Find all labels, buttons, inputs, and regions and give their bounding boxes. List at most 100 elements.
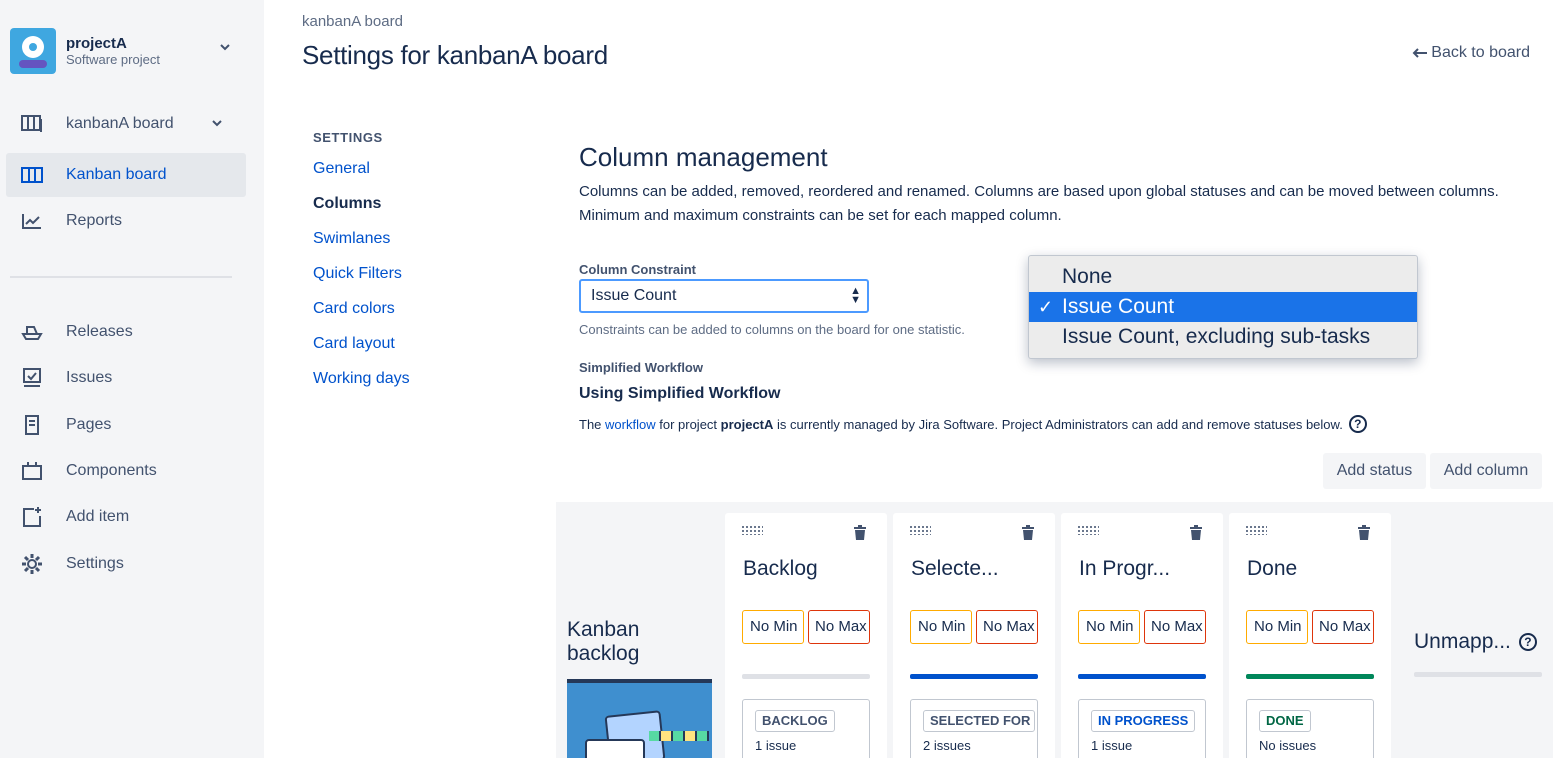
board-icon: [20, 114, 44, 134]
page-icon: [20, 415, 44, 435]
simplified-workflow-label: Simplified Workflow: [579, 360, 703, 375]
column-constraint-select[interactable]: Issue Count ▲ ▼: [579, 279, 869, 313]
column-min-input[interactable]: No Min: [910, 610, 972, 644]
column-max-input[interactable]: No Max: [808, 610, 870, 644]
trash-icon[interactable]: [1357, 525, 1371, 541]
settings-link-general[interactable]: General: [313, 159, 410, 194]
add-column-button[interactable]: Add column: [1430, 453, 1542, 489]
status-lozenge: DONE: [1259, 710, 1311, 732]
trash-icon[interactable]: [1189, 525, 1203, 541]
column-name[interactable]: Backlog: [743, 557, 818, 581]
column-constraint-label: Column Constraint: [579, 262, 696, 277]
help-icon[interactable]: ?: [1518, 633, 1537, 651]
back-to-board-link[interactable]: Back to board: [1412, 44, 1530, 62]
sidebar-divider: [10, 276, 232, 278]
column-status-bar: [1078, 674, 1206, 679]
select-arrows-icon: ▲ ▼: [850, 285, 861, 306]
simplified-workflow-title: Using Simplified Workflow: [579, 385, 781, 402]
board-column-in-progress[interactable]: In Progr... No Min No Max IN PROGRESS 1 …: [1061, 513, 1223, 758]
column-min-input[interactable]: No Min: [1246, 610, 1308, 644]
column-name[interactable]: In Progr...: [1079, 557, 1170, 581]
column-max-input[interactable]: No Max: [976, 610, 1038, 644]
status-card[interactable]: SELECTED FOR DEVELOPMENT 2 issues: [910, 699, 1038, 758]
drag-handle-icon[interactable]: [1077, 525, 1099, 535]
unmapped-title: Unmapp...: [1414, 630, 1511, 653]
dropdown-option-issue-count[interactable]: ✓ Issue Count: [1029, 292, 1417, 322]
column-max-input[interactable]: No Max: [1312, 610, 1374, 644]
sidebar-item-label: Kanban board: [66, 166, 167, 183]
sidebar-item-add-item[interactable]: Add item: [6, 495, 246, 539]
workflow-desc-suffix: is currently managed by Jira Software. P…: [777, 416, 1343, 432]
status-issue-count: 2 issues: [923, 738, 971, 753]
sidebar-item-label: Components: [66, 462, 157, 479]
drag-handle-icon[interactable]: [909, 525, 931, 535]
sidebar-item-label: Pages: [66, 416, 112, 433]
dropdown-option-none[interactable]: None: [1029, 262, 1417, 292]
chevron-down-icon: [212, 120, 222, 127]
column-max-input[interactable]: No Max: [1144, 610, 1206, 644]
column-name[interactable]: Done: [1247, 557, 1297, 581]
sidebar-item-settings[interactable]: Settings: [6, 542, 246, 586]
project-type: Software project: [66, 52, 160, 67]
board-column-selected[interactable]: Selecte... No Min No Max SELECTED FOR DE…: [893, 513, 1055, 758]
breadcrumb[interactable]: kanbanA board: [302, 13, 403, 30]
project-switcher[interactable]: projectA Software project: [10, 28, 160, 74]
section-title: Column management: [579, 142, 828, 172]
sidebar-item-kanban-board[interactable]: Kanban board: [6, 153, 246, 197]
settings-nav: SETTINGS General Columns Swimlanes Quick…: [313, 130, 410, 404]
status-card[interactable]: DONE No issues: [1246, 699, 1374, 758]
sidebar-item-pages[interactable]: Pages: [6, 403, 246, 447]
sidebar-item-label: Releases: [66, 323, 133, 340]
sidebar-item-label: Settings: [66, 555, 124, 572]
status-issue-count: No issues: [1259, 738, 1317, 753]
board-column-done[interactable]: Done No Min No Max DONE No issues: [1229, 513, 1391, 758]
status-lozenge: SELECTED FOR DEVELOPMENT: [923, 710, 1035, 732]
sidebar-item-issues[interactable]: Issues: [6, 356, 246, 400]
component-icon: [20, 461, 44, 481]
settings-link-columns[interactable]: Columns: [313, 194, 410, 229]
trash-icon[interactable]: [853, 525, 867, 541]
column-name[interactable]: Selecte...: [911, 557, 999, 581]
help-icon[interactable]: ?: [1348, 415, 1367, 433]
dropdown-option-label: Issue Count: [1062, 295, 1175, 318]
column-status-bar: [1246, 674, 1374, 679]
settings-link-card-layout[interactable]: Card layout: [313, 334, 410, 369]
dropdown-option-issue-count-excluding-subtasks[interactable]: Issue Count, excluding sub-tasks: [1029, 322, 1417, 352]
section-description: Columns can be added, removed, reordered…: [579, 183, 1499, 224]
project-avatar: [10, 28, 56, 74]
sidebar-item-components[interactable]: Components: [6, 449, 246, 493]
status-card[interactable]: BACKLOG 1 issue: [742, 699, 870, 758]
settings-link-swimlanes[interactable]: Swimlanes: [313, 229, 410, 264]
status-card[interactable]: IN PROGRESS 1 issue: [1078, 699, 1206, 758]
board-column-backlog[interactable]: Backlog No Min No Max BACKLOG 1 issue: [725, 513, 887, 758]
project-name: projectA: [66, 35, 127, 52]
page-title: Settings for kanbanA board: [302, 40, 608, 70]
chart-icon: [20, 211, 44, 231]
chevron-down-icon[interactable]: [220, 42, 230, 52]
sidebar-item-reports[interactable]: Reports: [6, 199, 246, 243]
settings-link-working-days[interactable]: Working days: [313, 369, 410, 404]
column-min-input[interactable]: No Min: [1078, 610, 1140, 644]
workflow-link[interactable]: workflow: [605, 417, 656, 432]
settings-link-card-colors[interactable]: Card colors: [313, 299, 410, 334]
board-selector[interactable]: kanbanA board: [6, 102, 246, 146]
settings-heading: SETTINGS: [313, 130, 383, 145]
board-selector-label: kanbanA board: [66, 115, 174, 132]
kanban-backlog-title: Kanban backlog: [567, 618, 712, 666]
constraint-dropdown-menu: None ✓ Issue Count Issue Count, excludin…: [1028, 255, 1418, 359]
sidebar-item-label: Issues: [66, 369, 113, 386]
sidebar-item-releases[interactable]: Releases: [6, 310, 246, 354]
unmapped-bar: [1414, 672, 1542, 677]
drag-handle-icon[interactable]: [741, 525, 763, 535]
arrow-left-icon: [1412, 48, 1428, 58]
board-icon: [20, 165, 44, 185]
workflow-desc-mid: for project: [659, 416, 718, 432]
drag-handle-icon[interactable]: [1245, 525, 1267, 535]
settings-link-quick-filters[interactable]: Quick Filters: [313, 264, 410, 299]
workflow-desc-project: projectA: [720, 416, 774, 432]
trash-icon[interactable]: [1021, 525, 1035, 541]
add-status-button[interactable]: Add status: [1323, 453, 1426, 489]
add-item-icon: [20, 507, 44, 527]
kanban-backlog-column: Kanban backlog: [567, 618, 712, 666]
column-min-input[interactable]: No Min: [742, 610, 804, 644]
